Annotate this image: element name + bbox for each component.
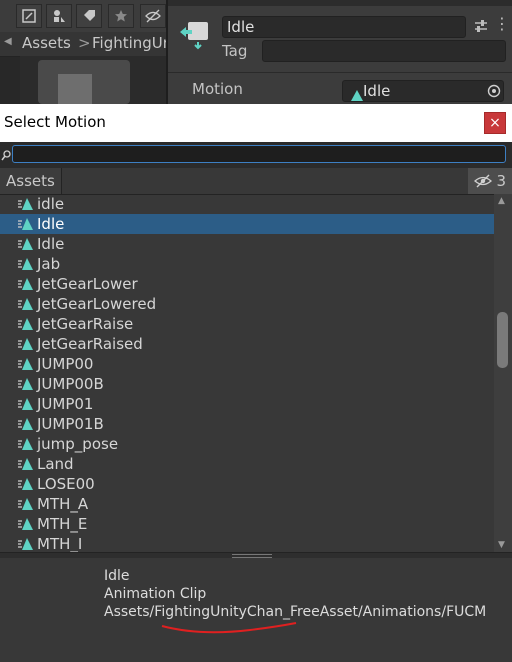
list-item-label: LOSE00 [37, 475, 95, 493]
animation-clip-icon [18, 536, 34, 552]
animation-clip-icon [18, 276, 34, 292]
list-item[interactable]: MTH_I [0, 534, 494, 552]
list-item-label: JUMP01 [37, 395, 94, 413]
breadcrumb-folder[interactable]: FightingUni [92, 34, 176, 52]
list-item-label: JetGearLowered [37, 295, 157, 313]
preview-path: Assets/FightingUnityChan_FreeAsset/Anima… [104, 604, 487, 620]
tab-assets[interactable]: Assets [0, 168, 62, 194]
scrollbar[interactable] [494, 194, 512, 552]
more-options-icon[interactable]: ⋮ [494, 14, 510, 33]
close-button[interactable]: × [484, 112, 506, 134]
list-item[interactable]: MTH_A [0, 494, 494, 514]
dialog-title: Select Motion [4, 113, 106, 131]
motion-label: Motion [192, 80, 243, 98]
breadcrumb-separator: > [78, 34, 91, 52]
preview-type: Animation Clip [104, 586, 207, 602]
list-item-label: MTH_A [37, 495, 89, 513]
animation-clip-icon [18, 336, 34, 352]
star-icon[interactable] [108, 4, 134, 28]
list-item[interactable]: JetGearLower [0, 274, 494, 294]
tab-bar [0, 168, 512, 195]
search-input[interactable] [12, 145, 506, 163]
list-item[interactable]: Land [0, 454, 494, 474]
tag-input[interactable] [262, 40, 506, 62]
close-icon: × [489, 115, 501, 131]
scroll-down-arrow-icon[interactable]: ▼ [498, 540, 505, 550]
animation-clip-icon [18, 436, 34, 452]
tag-label: Tag [222, 42, 248, 60]
breadcrumb-root[interactable]: Assets [22, 34, 71, 52]
hidden-packages-toggle[interactable]: 3 [468, 168, 512, 194]
animation-clip-icon [18, 196, 34, 212]
state-icon [178, 20, 210, 54]
motion-value: Idle [363, 82, 391, 100]
list-item-label: Land [37, 455, 74, 473]
settings-sliders-icon[interactable] [474, 18, 488, 37]
animation-clip-icon [18, 256, 34, 272]
list-item[interactable]: JUMP01B [0, 414, 494, 434]
animation-clip-icon [351, 86, 363, 105]
list-item[interactable]: JetGearLowered [0, 294, 494, 314]
animation-clip-icon [18, 496, 34, 512]
motion-object-field[interactable]: Idle [342, 80, 504, 102]
list-item[interactable]: JetGearRaise [0, 314, 494, 334]
search-icon [1, 147, 11, 166]
animation-clip-icon [18, 516, 34, 532]
list-item[interactable]: LOSE00 [0, 474, 494, 494]
animation-clip-icon [18, 216, 34, 232]
animation-clip-icon [18, 456, 34, 472]
animation-clip-icon [18, 236, 34, 252]
project-toolbar [0, 0, 166, 33]
inspector-tabbar [168, 0, 512, 6]
list-item-label: MTH_I [37, 535, 83, 552]
list-item[interactable]: Idle [0, 234, 494, 254]
scroll-up-arrow-icon[interactable]: ▲ [498, 196, 505, 206]
list-item[interactable]: Jab [0, 254, 494, 274]
list-item[interactable]: JUMP01 [0, 394, 494, 414]
list-item-label: JUMP00B [37, 375, 104, 393]
animation-clip-icon [18, 316, 34, 332]
list-item[interactable]: idle [0, 194, 494, 214]
red-underline-annotation [161, 622, 297, 634]
list-item-label: Idle [37, 215, 65, 233]
tag-icon[interactable] [76, 4, 102, 28]
animation-clip-icon [18, 296, 34, 312]
animation-clip-icon [18, 416, 34, 432]
list-item-label: JUMP00 [37, 355, 94, 373]
list-item-label: JetGearLower [37, 275, 138, 293]
state-name-input[interactable]: Idle [222, 16, 466, 38]
breadcrumb: ◀ Assets > FightingUni [0, 32, 176, 57]
scene-icon[interactable] [16, 4, 42, 28]
list-item[interactable]: JUMP00 [0, 354, 494, 374]
hidden-count: 3 [496, 172, 506, 190]
list-item-label: MTH_E [37, 515, 88, 533]
list-item[interactable]: JUMP00B [0, 374, 494, 394]
object-picker-icon[interactable] [487, 83, 501, 102]
list-item[interactable]: jump_pose [0, 434, 494, 454]
preview-pane: Idle Animation Clip Assets/FightingUnity… [0, 558, 512, 662]
animation-clip-icon [18, 396, 34, 412]
asset-list: idle Idle Idle Jab JetGearLower JetGearLowere… [0, 194, 494, 552]
list-item-label: jump_pose [37, 435, 119, 453]
scrollbar-thumb[interactable] [497, 312, 508, 368]
eye-hidden-icon [474, 174, 493, 188]
tool-icon[interactable] [46, 4, 72, 28]
list-item-label: JetGearRaised [37, 335, 143, 353]
animation-clip-icon [18, 476, 34, 492]
preview-name: Idle [104, 568, 130, 584]
list-item-label: Jab [37, 255, 61, 273]
list-item-label: idle [37, 195, 65, 213]
list-item[interactable]: Idle [0, 214, 494, 234]
eye-hidden-icon[interactable] [140, 4, 166, 28]
model-icon [58, 74, 92, 104]
list-item-label: Idle [37, 235, 65, 253]
animation-clip-icon [18, 376, 34, 392]
list-item-label: JUMP01B [37, 415, 104, 433]
animation-clip-icon [18, 356, 34, 372]
left-arrow-icon[interactable]: ◀ [4, 36, 12, 47]
list-item-label: JetGearRaise [37, 315, 134, 333]
inspector-separator [168, 72, 512, 73]
list-item[interactable]: JetGearRaised [0, 334, 494, 354]
list-item[interactable]: MTH_E [0, 514, 494, 534]
